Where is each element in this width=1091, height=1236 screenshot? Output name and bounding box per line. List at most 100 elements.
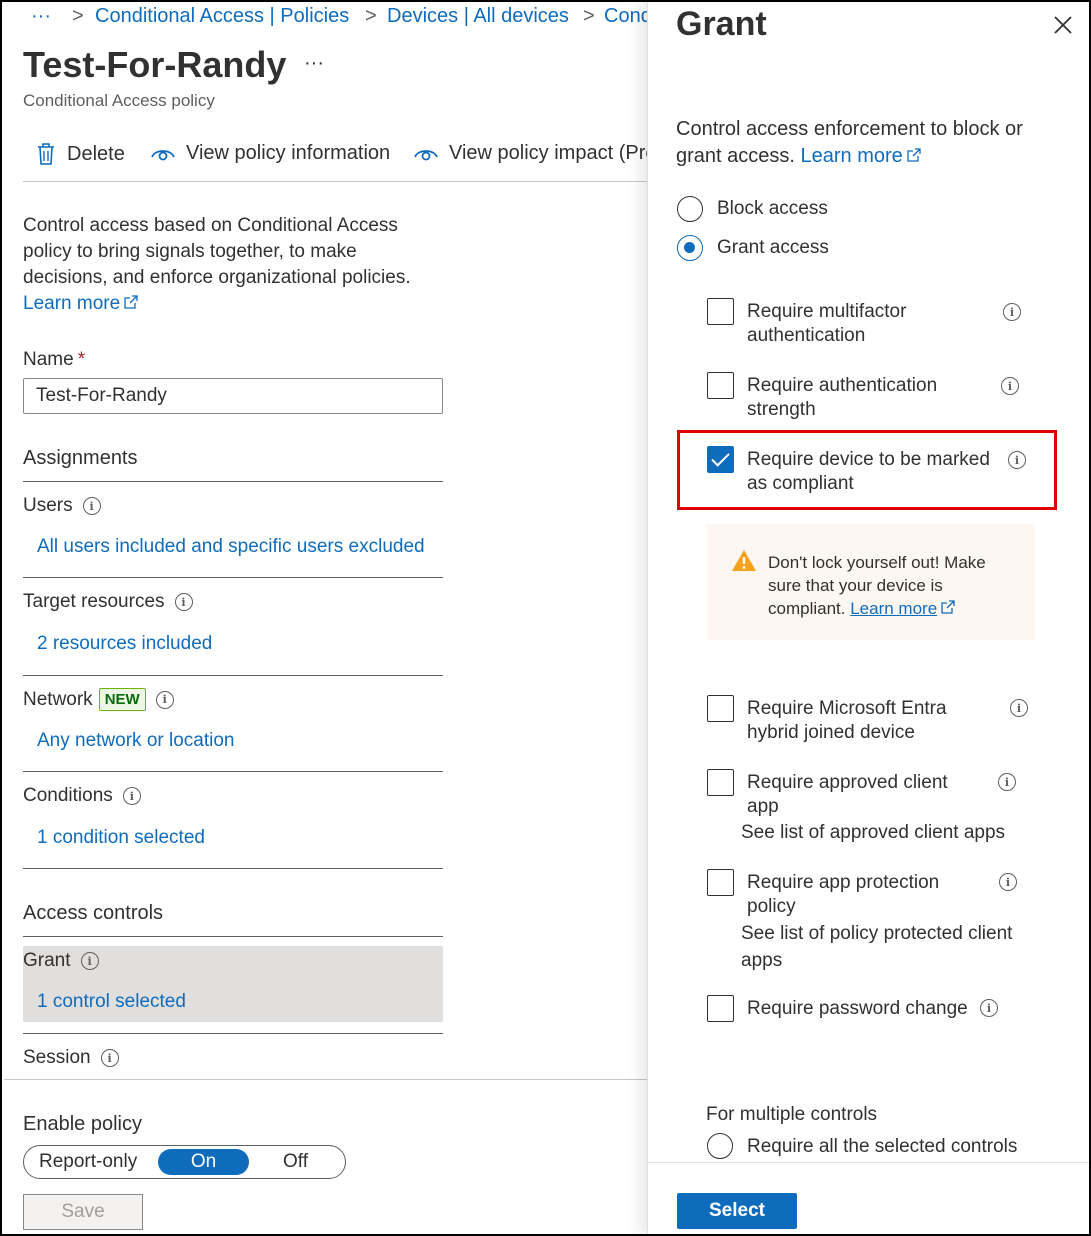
breadcrumb-item-devices[interactable]: Devices | All devices (387, 5, 569, 28)
warning-text: Don't lock yourself out! Make sure that … (768, 553, 986, 618)
delete-button[interactable]: Delete (35, 142, 125, 166)
external-link-icon (124, 295, 138, 309)
info-icon[interactable]: i (80, 952, 99, 970)
description-text: Control access based on Conditional Acce… (23, 215, 411, 288)
info-icon[interactable]: i (999, 873, 1017, 891)
require-auth-strength-checkbox[interactable] (707, 372, 734, 399)
require-mfa-label: Require multifactor authentication (747, 301, 907, 346)
divider (23, 936, 443, 937)
save-button[interactable]: Save (23, 1194, 143, 1230)
toggle-option-off[interactable]: Off (283, 1151, 308, 1173)
info-icon[interactable]: i (1008, 451, 1026, 469)
name-label: Name * (23, 349, 86, 370)
enable-policy-toggle[interactable]: Report-only On Off (23, 1145, 346, 1179)
divider (23, 771, 443, 772)
name-input[interactable]: Test-For-Randy (23, 378, 443, 414)
network-label: Network NEW i (23, 688, 174, 711)
breadcrumb-more-button[interactable]: ··· (31, 5, 51, 28)
require-password-change-label: Require password change (747, 998, 968, 1019)
view-policy-information-label: View policy information (186, 142, 391, 164)
policy-description: Control access based on Conditional Acce… (23, 213, 443, 317)
breadcrumb-item-policies[interactable]: Conditional Access | Policies (95, 5, 349, 28)
panel-title: Grant (676, 5, 767, 43)
conditions-value-link[interactable]: 1 condition selected (37, 827, 205, 849)
divider (23, 577, 443, 578)
warning-icon (732, 550, 756, 571)
warning-learn-more-link[interactable]: Learn more (850, 599, 955, 618)
block-access-radio[interactable] (677, 196, 703, 222)
breadcrumb-separator: > (72, 5, 84, 27)
info-icon[interactable]: i (155, 690, 174, 709)
users-label: Users i (23, 495, 101, 517)
eye-icon (151, 149, 175, 160)
info-icon[interactable]: i (1001, 377, 1019, 395)
multiple-controls-heading: For multiple controls (706, 1104, 878, 1125)
toggle-option-report-only[interactable]: Report-only (39, 1151, 137, 1173)
divider (23, 675, 443, 676)
conditions-label: Conditions i (23, 785, 141, 807)
breadcrumb-separator: > (583, 5, 595, 27)
trash-icon (38, 143, 54, 165)
new-badge: NEW (98, 688, 146, 711)
learn-more-link[interactable]: Learn more (801, 145, 921, 167)
require-approved-app-label: Require approved client app (747, 772, 948, 817)
view-policy-information-button[interactable]: View policy information (150, 142, 390, 165)
breadcrumb-separator: > (365, 5, 377, 27)
page-subtitle: Conditional Access policy (23, 91, 215, 110)
page-title: Test-For-Randy (23, 44, 287, 85)
require-mfa-checkbox[interactable] (707, 298, 734, 325)
info-icon[interactable]: i (998, 773, 1016, 791)
grant-value-link[interactable]: 1 control selected (37, 991, 186, 1013)
toggle-option-on[interactable]: On (158, 1149, 249, 1175)
info-icon[interactable]: i (100, 1049, 119, 1067)
delete-label: Delete (67, 142, 125, 165)
external-link-icon (907, 148, 921, 162)
info-icon[interactable]: i (82, 497, 101, 515)
external-link-icon (941, 600, 955, 614)
require-all-controls-label: Require all the selected controls (747, 1136, 1018, 1157)
view-policy-impact-label: View policy impact (Pre (449, 142, 657, 164)
divider (23, 868, 443, 869)
grant-panel: Grant Control access enforcement to bloc… (647, 0, 1091, 1236)
require-hybrid-joined-label: Require Microsoft Entra hybrid joined de… (747, 698, 947, 743)
divider (23, 481, 443, 482)
more-options-button[interactable]: ··· (304, 52, 324, 75)
grant-access-radio[interactable] (677, 235, 703, 261)
target-resources-label: Target resources i (23, 591, 193, 613)
access-controls-heading: Access controls (23, 902, 164, 924)
info-icon[interactable]: i (174, 593, 193, 611)
assignments-heading: Assignments (23, 447, 138, 469)
toolbar-divider (23, 181, 647, 182)
block-access-label: Block access (717, 198, 828, 219)
session-label: Session i (23, 1047, 119, 1069)
required-asterisk: * (77, 349, 86, 370)
require-password-change-checkbox[interactable] (707, 995, 734, 1022)
require-compliant-device-checkbox[interactable] (707, 446, 734, 473)
eye-icon (414, 149, 438, 160)
info-icon[interactable]: i (1010, 699, 1028, 717)
require-auth-strength-label: Require authentication strength (747, 375, 938, 420)
approved-apps-list-link[interactable]: See list of approved client apps (741, 821, 1005, 845)
target-resources-value-link[interactable]: 2 resources included (37, 633, 212, 655)
protected-apps-list-link[interactable]: See list of policy protected client apps (741, 920, 1041, 974)
require-approved-app-checkbox[interactable] (707, 769, 734, 796)
network-value-link[interactable]: Any network or location (37, 730, 235, 752)
users-value-link[interactable]: All users included and specific users ex… (37, 536, 425, 558)
require-app-protection-label: Require app protection policy (747, 872, 940, 917)
require-hybrid-joined-checkbox[interactable] (707, 695, 734, 722)
panel-intro: Control access enforcement to block or g… (676, 118, 1023, 167)
select-button[interactable]: Select (677, 1193, 797, 1229)
grant-access-label: Grant access (717, 237, 829, 258)
info-icon[interactable]: i (1003, 303, 1021, 321)
view-policy-impact-button[interactable]: View policy impact (Pre (413, 142, 656, 165)
require-compliant-device-label: Require device to be marked as compliant (747, 449, 990, 494)
info-icon[interactable]: i (980, 999, 998, 1017)
require-app-protection-checkbox[interactable] (707, 869, 734, 896)
require-all-controls-radio[interactable] (707, 1133, 733, 1159)
footer-divider (4, 1079, 647, 1080)
breadcrumb-item-cond[interactable]: Cond (604, 5, 652, 28)
close-icon[interactable] (1052, 14, 1074, 36)
info-icon[interactable]: i (122, 787, 141, 805)
learn-more-link[interactable]: Learn more (23, 293, 138, 314)
divider (23, 1033, 443, 1034)
